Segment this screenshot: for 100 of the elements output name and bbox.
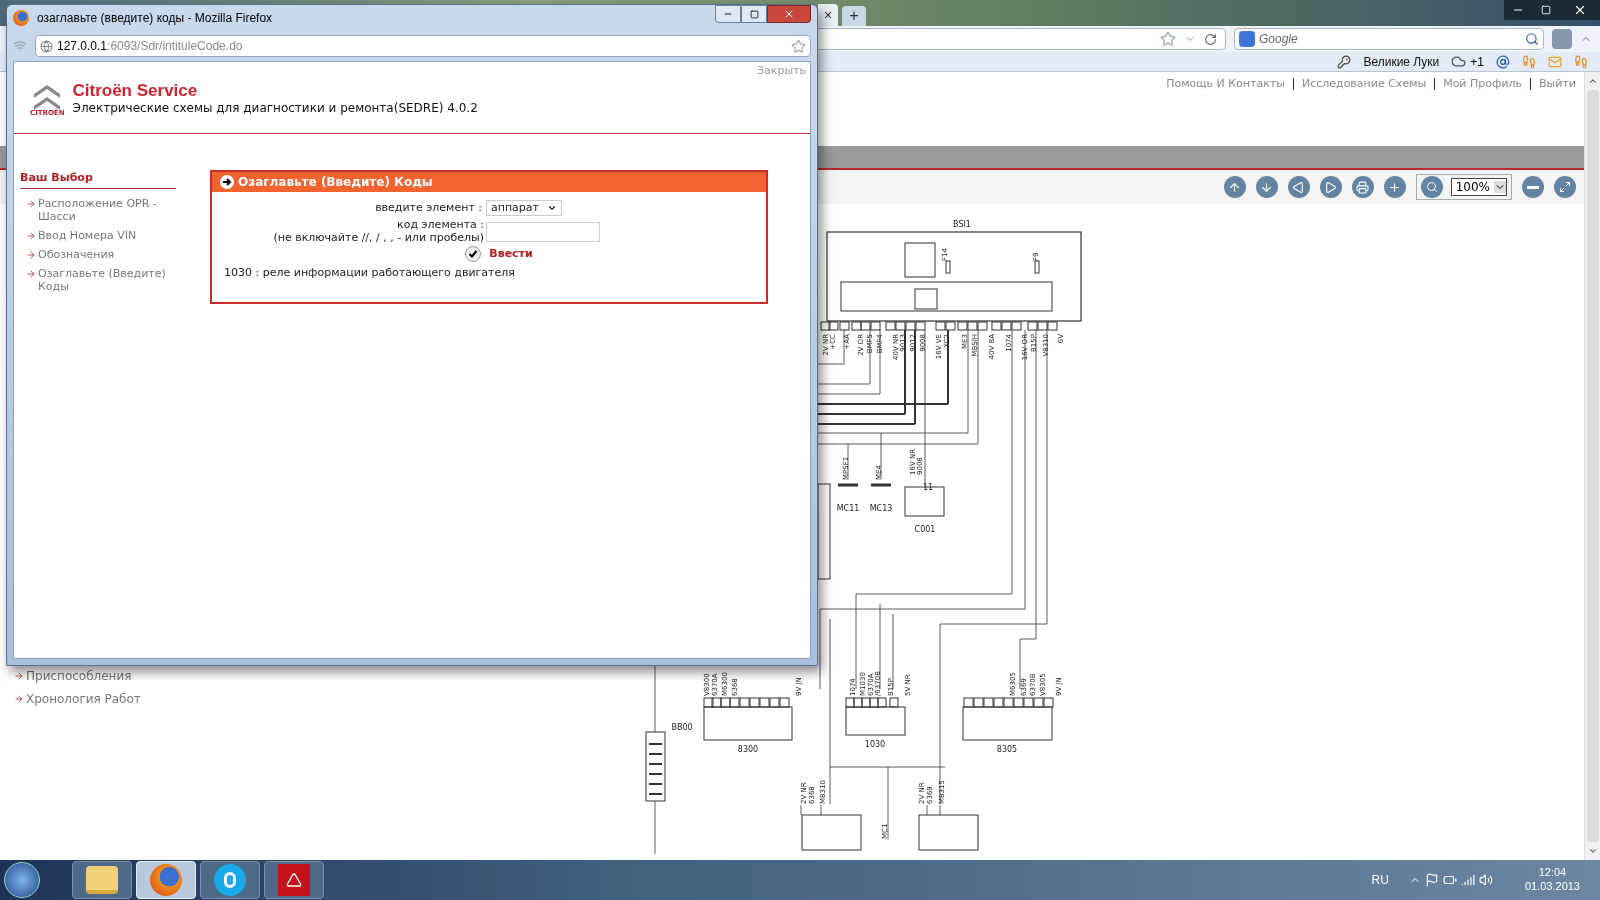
scroll-down-icon[interactable] (1587, 846, 1598, 856)
start-button[interactable] (4, 862, 40, 898)
arrow-icon (26, 199, 36, 209)
weather-icon[interactable] (1451, 54, 1467, 69)
sidebar-link[interactable]: Расположение OPR - Шасси (38, 197, 166, 223)
search-engine-icon[interactable] (1239, 31, 1255, 47)
diagram-label: C001 (914, 525, 936, 534)
reload-icon[interactable] (1204, 32, 1217, 46)
arrow-icon (14, 694, 24, 704)
caret-icon (1494, 181, 1506, 193)
up-arrow-button[interactable] (1223, 176, 1246, 198)
restore-icon (1541, 5, 1551, 15)
sidebar-link[interactable]: Приспособления (26, 667, 132, 685)
tab-close-button[interactable]: × (818, 4, 838, 26)
clock[interactable]: 12:04 01.03.2013 (1508, 866, 1596, 894)
search-input[interactable]: Google (1259, 30, 1521, 48)
result-text: 1030 : реле информации работающего двигателя (223, 264, 516, 281)
arrow-icon (14, 671, 24, 681)
plus-button[interactable] (1383, 176, 1406, 198)
volume-icon[interactable] (1478, 873, 1493, 887)
printer-button[interactable] (1351, 176, 1374, 198)
taskbar-app-button[interactable] (72, 861, 132, 899)
sidebar-link[interactable]: Озаглавьте (Введите) Коды (38, 267, 166, 293)
close-button[interactable] (767, 5, 811, 23)
down-arrow-icon (1260, 180, 1274, 194)
globe-icon (40, 39, 53, 53)
code-hint: (не включайте //, / , , - или пробелы) (273, 231, 484, 244)
bookmark-star-icon[interactable] (791, 38, 806, 54)
close-button[interactable] (1560, 0, 1600, 20)
key-icon[interactable] (1337, 54, 1352, 69)
temperature-label: +1 (1470, 53, 1484, 71)
signal-icon[interactable] (1460, 873, 1475, 887)
language-indicator[interactable]: RU (1371, 871, 1389, 889)
sidebar-link[interactable]: Обозначения (38, 248, 115, 261)
diagram-label: BSI1 (953, 220, 971, 229)
bookmark-star-icon[interactable] (1160, 31, 1176, 47)
service-title: Citroën Service (72, 81, 199, 99)
plus-icon (1388, 180, 1402, 194)
right-arrow-button[interactable] (1319, 176, 1342, 198)
header-link[interactable]: Помощь И Контакты (1166, 75, 1285, 93)
service-subtitle: Электрические схемы для диагностики и ремонта(SEDRE) 4.0.2 (72, 99, 478, 117)
diagram-label: 8300 (737, 745, 759, 754)
scrollbar[interactable] (1584, 72, 1600, 860)
panel-title: Озаглавьте (Введите) Коды (238, 173, 433, 191)
diagram-label: MC13 (869, 504, 893, 513)
header-link[interactable]: Выйти (1539, 75, 1576, 93)
window-title: озаглавьте (введите) коды - Mozilla Firefox (37, 10, 274, 27)
zoom-icon (1425, 181, 1438, 193)
right-arrow-icon (1324, 180, 1338, 194)
city-label[interactable]: Великие Луки (1363, 52, 1440, 71)
diagram-label: 11 (922, 483, 934, 492)
element-type-select[interactable]: аппарат (486, 199, 562, 216)
printer-icon (1356, 180, 1370, 194)
search-field[interactable]: Google (1234, 28, 1544, 50)
header-link[interactable]: Мой Профиль (1443, 75, 1523, 93)
bookmarks-menu-icon[interactable] (1552, 29, 1572, 49)
sidebar-link[interactable]: Ввод Номера VIN (38, 229, 137, 242)
arrow-icon (26, 250, 36, 260)
code-label: код элемента : (397, 218, 484, 231)
minimize-button[interactable] (1504, 0, 1532, 20)
diagram-label: MC11 (836, 504, 860, 513)
flag-icon[interactable] (1424, 873, 1439, 887)
email-icon[interactable] (1496, 54, 1510, 69)
minus-icon (1527, 185, 1539, 189)
left-arrow-icon (1292, 180, 1306, 194)
arrow-icon (26, 231, 36, 241)
folder-icon (86, 866, 118, 894)
footprints-icon[interactable] (1574, 54, 1588, 69)
sidebar-heading: Ваш Выбор (20, 169, 176, 189)
left-arrow-button[interactable] (1287, 176, 1310, 198)
close-link[interactable]: Закрыть (757, 63, 806, 80)
taskbar-app-button[interactable] (264, 861, 324, 899)
signal-icon (13, 39, 27, 53)
down-arrow-button[interactable] (1255, 176, 1278, 198)
minimize-button[interactable] (715, 5, 741, 23)
diagram-label: 1030 (864, 740, 886, 749)
zoom-select[interactable]: 100% (1450, 178, 1507, 196)
taskbar-app-button[interactable] (200, 861, 260, 899)
fit-screen-button[interactable] (1554, 176, 1576, 198)
arrow-circle-icon (220, 174, 234, 189)
zoom-button[interactable] (1420, 176, 1443, 198)
fit-screen-icon (1559, 181, 1571, 193)
sidebar-link[interactable]: Хронология Работ (26, 690, 141, 708)
check-circle-icon (465, 246, 482, 263)
diagram-label: BB00 (671, 723, 693, 732)
battery-icon[interactable] (1442, 873, 1457, 887)
scroll-up-icon[interactable] (1587, 76, 1598, 86)
code-input[interactable] (486, 222, 600, 242)
submit-button[interactable]: Ввести (465, 246, 533, 263)
element-label: введите элемент : (374, 199, 483, 216)
header-link[interactable]: Исследование Схемы (1301, 75, 1427, 93)
new-tab-button[interactable]: + (842, 6, 866, 26)
arrow-icon (26, 269, 36, 279)
diagram-label: 8305 (996, 745, 1018, 754)
search-icon[interactable] (1525, 32, 1539, 46)
maximize-icon (749, 9, 759, 19)
zoom-out-button[interactable] (1522, 176, 1544, 198)
maximize-button[interactable] (741, 5, 767, 23)
close-icon (783, 8, 795, 20)
url-field[interactable]: 127.0.0.1:6093/Sdr/intituleCode.do (35, 35, 811, 57)
